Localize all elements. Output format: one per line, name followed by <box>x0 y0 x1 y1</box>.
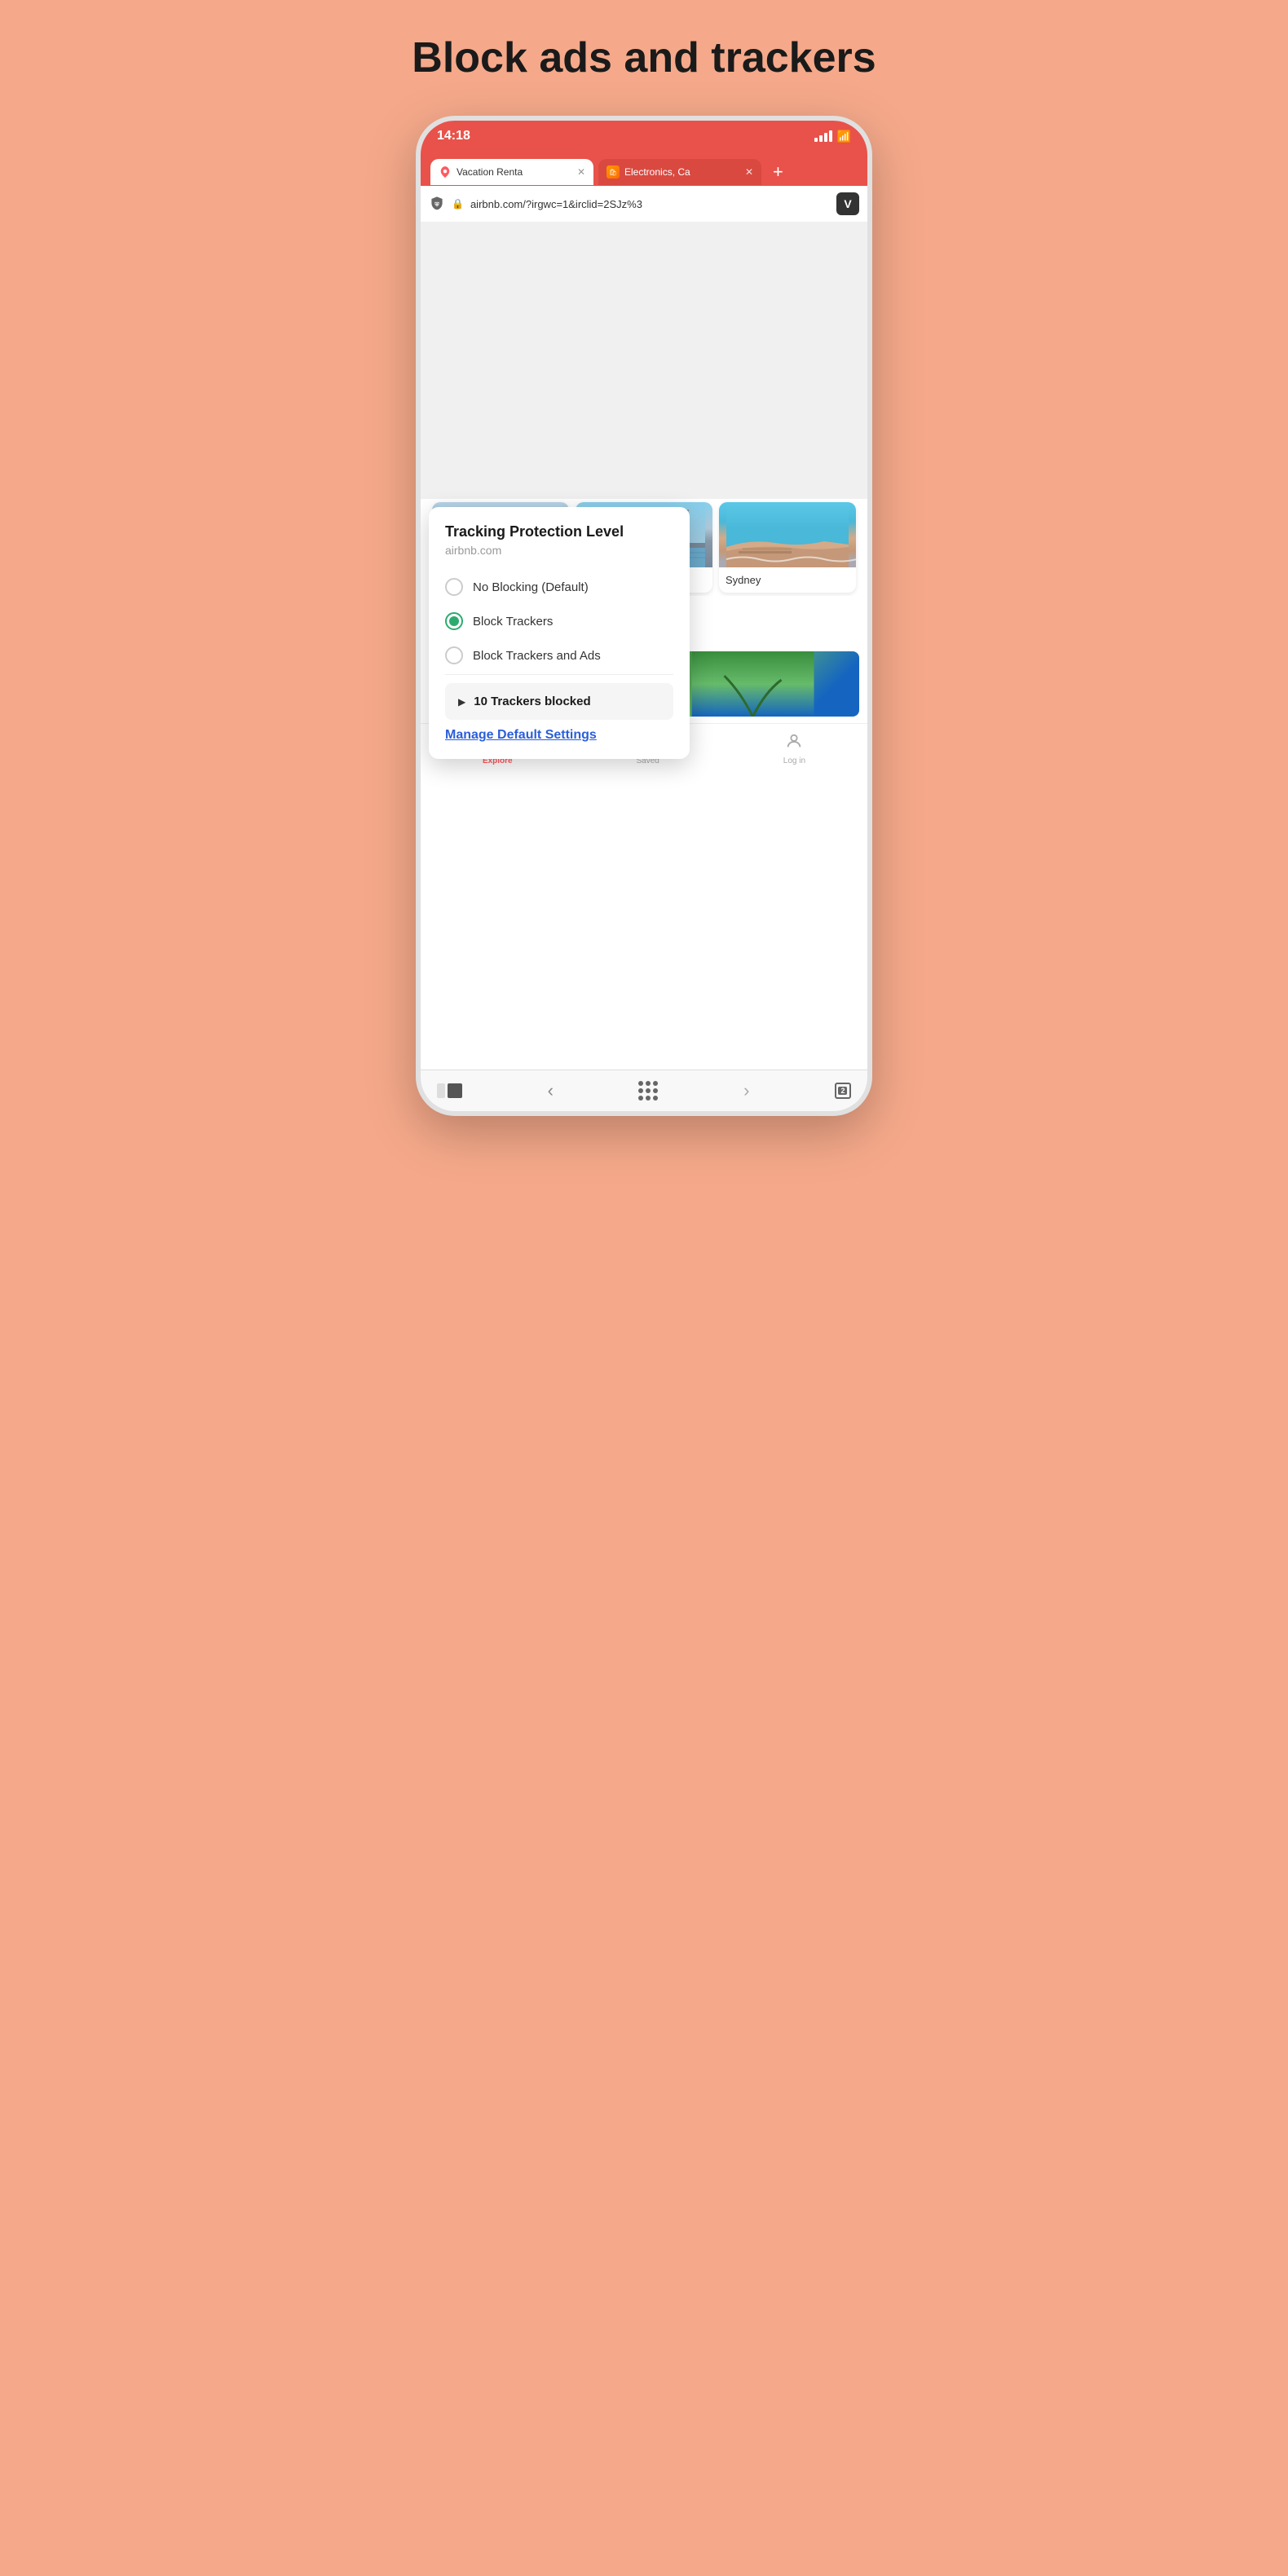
chevron-right-icon: ▶ <box>458 696 465 708</box>
popup-domain: airbnb.com <box>445 544 673 557</box>
tabs-count-button[interactable]: 2 <box>835 1083 851 1099</box>
svg-text:⛨: ⛨ <box>434 201 439 208</box>
apps-grid-icon[interactable] <box>638 1081 658 1101</box>
tabs-row: Vacation Renta ✕ 🛍 Electronics, Ca ✕ + <box>430 158 858 186</box>
vivaldi-icon[interactable]: V <box>836 192 859 215</box>
address-bar: ⛨ 🔒 airbnb.com/?irgwc=1&irclid=2SJz%3 V <box>421 186 867 222</box>
url-text[interactable]: airbnb.com/?irgwc=1&irclid=2SJz%3 <box>470 198 830 210</box>
option-block-trackers-ads[interactable]: Block Trackers and Ads <box>445 638 673 673</box>
signal-bars-icon <box>814 130 832 142</box>
add-tab-button[interactable]: + <box>766 158 790 186</box>
lock-icon: 🔒 <box>452 198 464 210</box>
login-person-icon <box>785 732 803 755</box>
browser-content: Tracking Protection Level airbnb.com No … <box>421 499 867 1070</box>
radio-block-trackers-icon <box>445 612 463 630</box>
tab-airbnb-title: Vacation Renta <box>457 166 572 178</box>
option-no-blocking-label: No Blocking (Default) <box>473 580 589 594</box>
page-container: Block ads and trackers 14:18 📶 <box>322 33 966 1116</box>
city-name-sydney: Sydney <box>719 567 856 593</box>
phone-nav-bar: ‹ › 2 <box>421 1070 867 1111</box>
tab-electronics[interactable]: 🛍 Electronics, Ca ✕ <box>598 159 761 185</box>
status-icons: 📶 <box>814 130 851 143</box>
radio-no-blocking-icon <box>445 578 463 596</box>
vivaldi-v-letter: V <box>844 197 851 210</box>
page-headline: Block ads and trackers <box>412 33 876 83</box>
tracking-shield-icon[interactable]: ⛨ <box>429 196 445 212</box>
manage-default-settings-link[interactable]: Manage Default Settings <box>445 728 673 743</box>
tab-electronics-title: Electronics, Ca <box>624 166 740 178</box>
sidebar-toggle-icon[interactable] <box>437 1083 462 1098</box>
sydney-image <box>719 502 856 567</box>
tabs-count-badge: 2 <box>838 1087 847 1095</box>
tab-airbnb[interactable]: Vacation Renta ✕ <box>430 159 593 185</box>
amazon-favicon-icon: 🛍 <box>607 165 620 179</box>
login-label: Log in <box>783 756 805 765</box>
radio-block-trackers-ads-icon <box>445 646 463 664</box>
tab-electronics-close-icon[interactable]: ✕ <box>745 166 753 178</box>
option-no-blocking[interactable]: No Blocking (Default) <box>445 570 673 604</box>
tab-airbnb-close-icon[interactable]: ✕ <box>577 166 585 178</box>
trackers-blocked-row[interactable]: ▶ 10 Trackers blocked <box>445 683 673 720</box>
tracking-popup: Tracking Protection Level airbnb.com No … <box>429 507 690 759</box>
airbnb-favicon-icon <box>439 165 452 179</box>
status-bar: 14:18 📶 <box>421 121 867 152</box>
back-button[interactable]: ‹ <box>548 1080 554 1101</box>
app-tab-login[interactable]: Log in <box>783 732 805 765</box>
wifi-icon: 📶 <box>837 130 851 143</box>
browser-chrome: Vacation Renta ✕ 🛍 Electronics, Ca ✕ + <box>421 152 867 186</box>
city-card-sydney[interactable]: Sydney <box>719 502 856 593</box>
option-block-trackers[interactable]: Block Trackers <box>445 604 673 638</box>
forward-button[interactable]: › <box>743 1080 749 1101</box>
trackers-blocked-count: 10 Trackers blocked <box>474 695 590 708</box>
option-block-trackers-ads-label: Block Trackers and Ads <box>473 649 601 663</box>
popup-title: Tracking Protection Level <box>445 523 673 540</box>
phone-frame: 14:18 📶 <box>416 116 872 1116</box>
status-time: 14:18 <box>437 129 470 143</box>
option-block-trackers-label: Block Trackers <box>473 615 553 629</box>
